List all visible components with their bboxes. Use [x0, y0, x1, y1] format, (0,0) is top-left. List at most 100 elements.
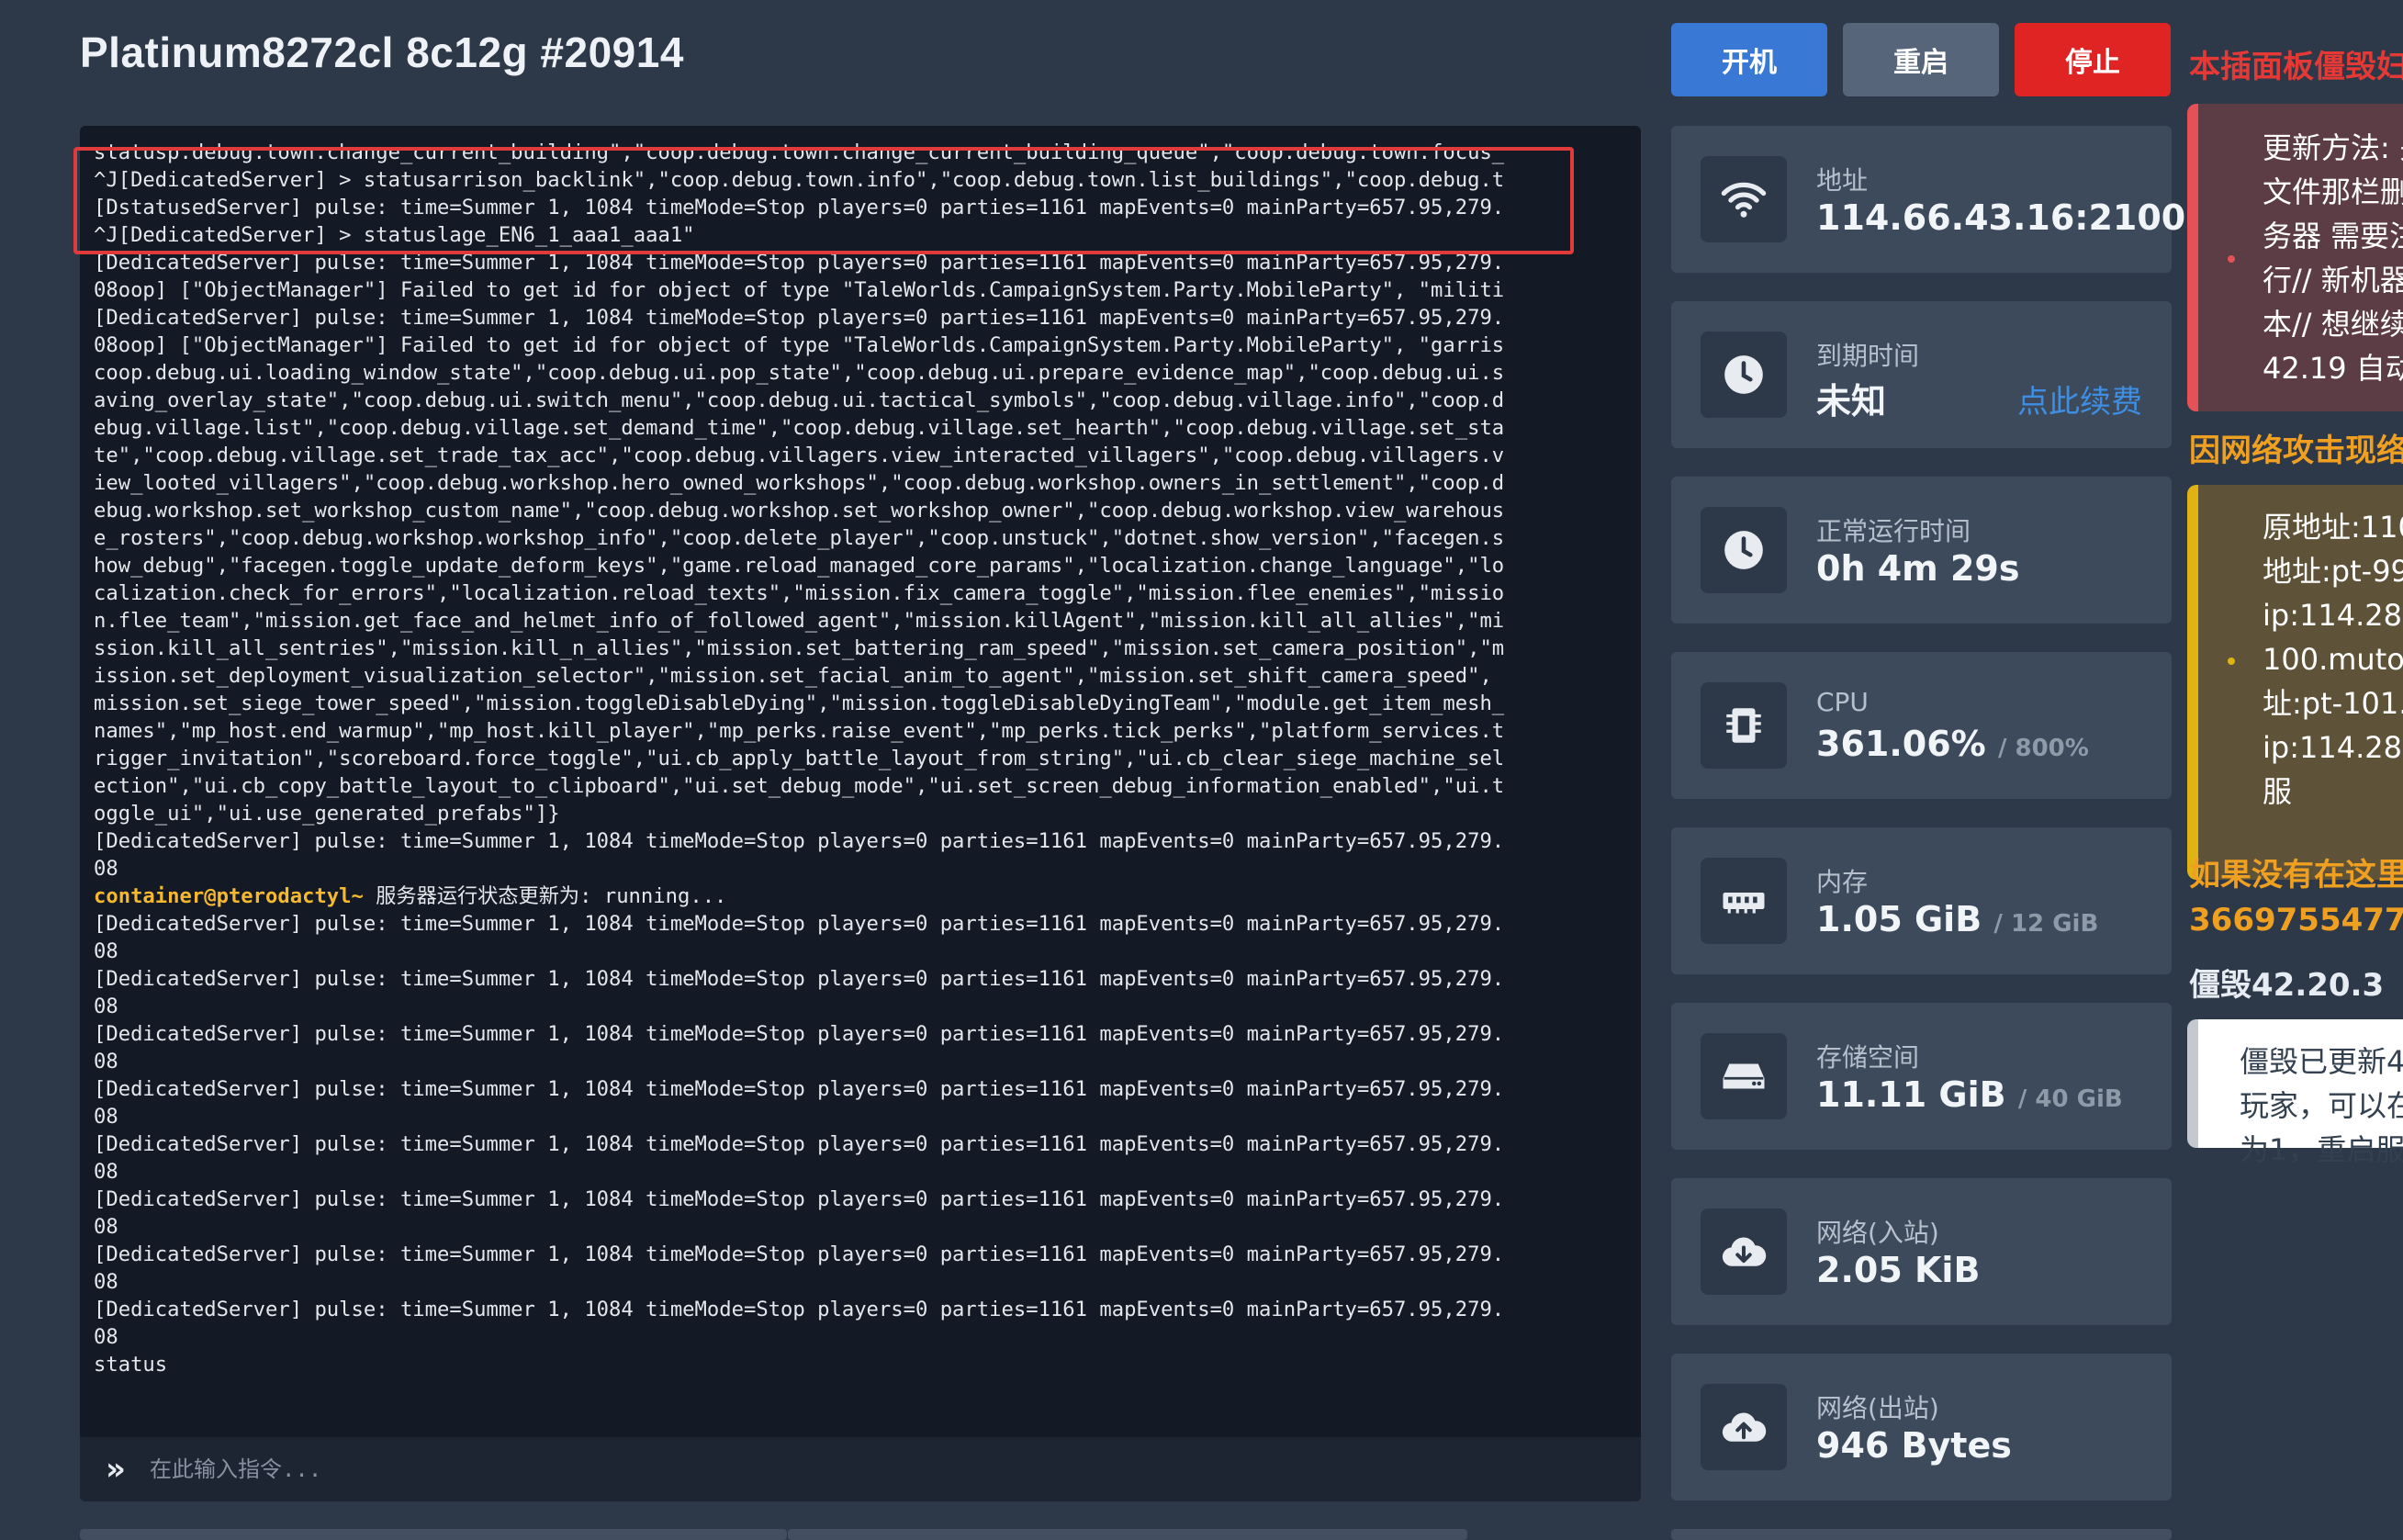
- console-line-text: 08: [94, 1270, 118, 1294]
- console-line: oggle_ui","ui.use_generated_prefabs"]}: [94, 800, 1554, 827]
- console-line: n.flee_team","mission.get_face_and_helme…: [94, 607, 1554, 635]
- console-line-text: ebug.village.list","coop.debug.village.s…: [94, 416, 1505, 440]
- console-line-text: status: [94, 1353, 168, 1377]
- stat-card-cpu: CPU 361.06% / 800%: [1671, 652, 2172, 799]
- console-line-text: ission.set_deployment_visualization_sele…: [94, 664, 1492, 688]
- console-line-text: 08: [94, 1050, 118, 1074]
- console-line-text: te","coop.debug.village.set_trade_tax_ac…: [94, 444, 1505, 467]
- console-line: [DedicatedServer] pulse: time=Summer 1, …: [94, 910, 1554, 938]
- console-line-text: [DedicatedServer] pulse: time=Summer 1, …: [94, 829, 1505, 853]
- console-line-text: 08oop] ["ObjectManager"] Failed to get i…: [94, 333, 1505, 357]
- console-line: coop.debug.ui.loading_window_state","coo…: [94, 359, 1554, 387]
- console-line-text: [DedicatedServer] pulse: time=Summer 1, …: [94, 912, 1505, 936]
- command-bar: »: [80, 1437, 1641, 1501]
- console-line: names","mp_host.end_warmup","mp_host.kil…: [94, 717, 1554, 745]
- console-line-text: ebug.workshop.set_workshop_custom_name",…: [94, 499, 1505, 523]
- memory-icon: [1701, 858, 1787, 944]
- memory-label: 内存: [1816, 867, 1869, 897]
- bullet-icon: [2228, 255, 2235, 263]
- console-line: 08: [94, 1268, 1554, 1296]
- notice-line: 100.mutor: [2263, 642, 2403, 677]
- notice-line: 本// 想继续: [2263, 307, 2403, 342]
- storage-value: 11.11 GiB / 40 GiB: [1816, 1074, 2123, 1115]
- console-line-text: 08: [94, 995, 118, 1018]
- cpu-icon: [1701, 682, 1787, 769]
- console-line: 08: [94, 993, 1554, 1020]
- announcement-heading-contact: 如果没有在这里: [2189, 857, 2403, 894]
- storage-limit: / 40 GiB: [2017, 1085, 2123, 1113]
- console-line: 08oop] ["ObjectManager"] Failed to get i…: [94, 276, 1554, 304]
- console-line: ebug.village.list","coop.debug.village.s…: [94, 414, 1554, 442]
- console-line: rigger_invitation","scoreboard.force_tog…: [94, 745, 1554, 772]
- console-line: 08oop] ["ObjectManager"] Failed to get i…: [94, 332, 1554, 359]
- network-out-label: 网络(出站): [1816, 1393, 1939, 1423]
- stat-card-storage: 存储空间 11.11 GiB / 40 GiB: [1671, 1003, 2172, 1150]
- console-line-text: 08oop] ["ObjectManager"] Failed to get i…: [94, 278, 1505, 302]
- qq-number[interactable]: 3669755477..: [2189, 902, 2403, 939]
- console-line-text: rigger_invitation","scoreboard.force_tog…: [94, 747, 1505, 770]
- console-line: [DedicatedServer] pulse: time=Summer 1, …: [94, 1020, 1554, 1048]
- console-line: calization.check_for_errors","localizati…: [94, 579, 1554, 607]
- network-in-value: 2.05 KiB: [1816, 1250, 1981, 1290]
- footer-panel: [80, 1529, 787, 1540]
- notice-line: 玩家，可以在: [2240, 1088, 2403, 1123]
- console-line-text: names","mp_host.end_warmup","mp_host.kil…: [94, 719, 1505, 743]
- footer-panel: [788, 1529, 1467, 1540]
- stat-card-network-in: 网络(入站) 2.05 KiB: [1671, 1178, 2172, 1325]
- console-line: ebug.workshop.set_workshop_custom_name",…: [94, 497, 1554, 524]
- memory-usage: 1.05 GiB: [1816, 899, 1982, 939]
- console-line: mission.set_siege_tower_speed","mission.…: [94, 690, 1554, 717]
- cpu-value: 361.06% / 800%: [1816, 724, 2089, 764]
- version-heading: 僵毁42.20.3: [2189, 967, 2385, 1004]
- console-line-text: 08: [94, 939, 118, 963]
- stop-button[interactable]: 停止: [2015, 23, 2171, 96]
- console-line: [DedicatedServer] pulse: time=Summer 1, …: [94, 1130, 1554, 1158]
- announcement-heading-network: 因网络攻击现络: [2189, 433, 2403, 469]
- address-value[interactable]: 114.66.43.16:21000: [1816, 197, 2210, 238]
- notice-line: ip:114.28.1: [2263, 598, 2403, 633]
- notice-line: 42.19 自动: [2263, 351, 2403, 386]
- cpu-usage: 361.06%: [1816, 724, 1986, 764]
- stat-card-uptime: 正常运行时间 0h 4m 29s: [1671, 477, 2172, 624]
- network-in-label: 网络(入站): [1816, 1218, 1939, 1248]
- console-line: iew_looted_villagers","coop.debug.worksh…: [94, 469, 1554, 497]
- expiry-value: 未知: [1816, 381, 1887, 422]
- console-line: aving_overlay_state","coop.debug.ui.swit…: [94, 387, 1554, 414]
- notice-line: 务器 需要注: [2263, 219, 2403, 253]
- restart-button[interactable]: 重启: [1843, 23, 1999, 96]
- console-line-text: 08: [94, 1105, 118, 1129]
- console-line-text: 08: [94, 1215, 118, 1239]
- server-title: Platinum8272cl 8c12g #20914: [80, 28, 684, 76]
- notice-line: 行// 新机器: [2263, 263, 2403, 298]
- console-line: how_debug","facegen.toggle_update_deform…: [94, 552, 1554, 579]
- expiry-label: 到期时间: [1816, 341, 1920, 371]
- console-line: ission.set_deployment_visualization_sele…: [94, 662, 1554, 690]
- console-line-text: how_debug","facegen.toggle_update_deform…: [94, 554, 1505, 578]
- console-line-text: oggle_ui","ui.use_generated_prefabs"]}: [94, 802, 560, 826]
- console-line: 08: [94, 1103, 1554, 1130]
- uptime-label: 正常运行时间: [1816, 516, 1971, 546]
- console-line: [DedicatedServer] pulse: time=Summer 1, …: [94, 965, 1554, 993]
- memory-limit: / 12 GiB: [1993, 910, 2099, 938]
- console-line-text: mission.set_siege_tower_speed","mission.…: [94, 691, 1505, 715]
- console-line: 08: [94, 855, 1554, 882]
- highlight-annotation: [73, 147, 1574, 254]
- console-line-text: [DedicatedServer] pulse: time=Summer 1, …: [94, 967, 1505, 991]
- notice-line: 更新方法: 关: [2263, 130, 2403, 165]
- uptime-value: 0h 4m 29s: [1816, 548, 2020, 589]
- console-line: 08: [94, 1158, 1554, 1186]
- chevron-right-icon: »: [106, 1451, 126, 1488]
- stat-card-expiry: 到期时间 未知 点此续费: [1671, 301, 2172, 448]
- wifi-icon: [1701, 156, 1787, 242]
- notice-line: ip:114.28.1: [2263, 730, 2403, 765]
- cloud-download-icon: [1701, 1208, 1787, 1295]
- bullet-icon: [2228, 658, 2235, 665]
- renew-link[interactable]: 点此续费: [2017, 377, 2142, 422]
- command-input[interactable]: [147, 1456, 1529, 1483]
- console-line-text: [DedicatedServer] pulse: time=Summer 1, …: [94, 1187, 1505, 1211]
- console-line-text: [DedicatedServer] pulse: time=Summer 1, …: [94, 1132, 1505, 1156]
- console-line-text: 08: [94, 857, 118, 881]
- start-button[interactable]: 开机: [1671, 23, 1827, 96]
- notice-update-method: 更新方法: 关 文件那栏删 务器 需要注 行// 新机器 本// 想继续 42.…: [2187, 104, 2403, 411]
- cpu-limit: / 800%: [1997, 735, 2089, 762]
